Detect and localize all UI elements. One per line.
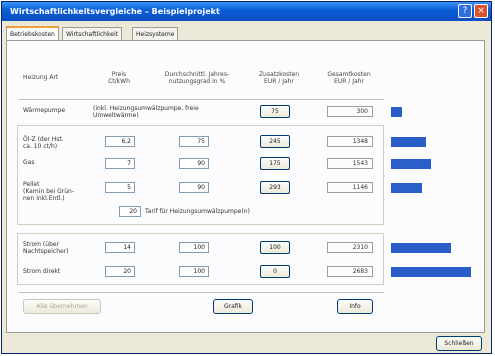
tab-wirtschaftlichkeit[interactable]: Wirtschaftlichkeit bbox=[62, 27, 122, 40]
preis-input-gas[interactable]: 7 bbox=[105, 158, 135, 169]
pumpe-tarif-input[interactable]: 20 bbox=[119, 206, 141, 217]
cost-bar-waermepumpe bbox=[391, 107, 402, 117]
cost-bar-nachtspeicher bbox=[391, 243, 451, 253]
gesamtkosten-field-oel: 1348 bbox=[327, 136, 373, 147]
info-button[interactable]: Info bbox=[337, 299, 373, 314]
gesamtkosten-field-strom-direkt: 2683 bbox=[327, 266, 373, 277]
zusatzkosten-button-waermepumpe[interactable]: 75 bbox=[260, 105, 290, 118]
close-icon[interactable]: × bbox=[474, 4, 488, 18]
pumpe-tarif-label: Tarif für Heizungsumwälzpumpe(n) bbox=[145, 208, 250, 215]
grafik-button[interactable]: Grafik bbox=[213, 299, 253, 314]
nutzung-input-nachtspeicher[interactable]: 100 bbox=[179, 242, 209, 253]
cost-bar-strom-direkt bbox=[391, 267, 471, 277]
tab-betriebskosten[interactable]: Betriebskosten bbox=[6, 26, 59, 41]
tab-heizsysteme[interactable]: Heizsysteme bbox=[132, 27, 179, 40]
header-nutzungsgrad: Durchschnittl. Jahres- nutzungsgrad in % bbox=[164, 71, 230, 85]
zusatzkosten-button-gas[interactable]: 175 bbox=[260, 157, 290, 170]
row-note-waermepumpe: (inkl. Heizungsumwälzpumpe, freie Umwelt… bbox=[93, 105, 199, 119]
row-label-nachtspeicher: Strom (über Nachtspeicher) bbox=[23, 241, 69, 255]
cost-bar-pellet bbox=[391, 183, 422, 193]
cost-bar-gas bbox=[391, 159, 431, 169]
preis-input-pellet[interactable]: 5 bbox=[105, 182, 135, 193]
zusatzkosten-button-nachtspeicher[interactable]: 100 bbox=[260, 241, 290, 254]
app-window: Wirtschaftlichkeitsvergleiche – Beispiel… bbox=[1, 1, 492, 354]
header-heizung-art: Heizung Art bbox=[23, 74, 59, 81]
header-separator bbox=[19, 99, 384, 100]
preis-input-oel[interactable]: 6,2 bbox=[105, 136, 135, 147]
window-title: Wirtschaftlichkeitsvergleiche – Beispiel… bbox=[10, 7, 220, 16]
preis-input-nachtspeicher[interactable]: 14 bbox=[105, 242, 135, 253]
title-bar: Wirtschaftlichkeitsvergleiche – Beispiel… bbox=[2, 2, 491, 21]
header-gesamtkosten: Gesamtkosten EUR / Jahr bbox=[327, 71, 371, 85]
strom-group bbox=[17, 233, 384, 285]
gesamtkosten-field-waermepumpe: 300 bbox=[327, 106, 373, 117]
header-zusatzkosten: Zusatzkosten EUR / Jahr bbox=[258, 71, 300, 85]
nutzung-input-gas[interactable]: 90 bbox=[179, 158, 209, 169]
header-preis: Preis Ct/kWh bbox=[108, 71, 130, 85]
row-label-waermepumpe: Wärmepumpe bbox=[23, 107, 66, 114]
preis-input-strom-direkt[interactable]: 20 bbox=[105, 266, 135, 277]
cost-bar-oel bbox=[391, 137, 426, 147]
zusatzkosten-button-strom-direkt[interactable]: 0 bbox=[260, 265, 290, 278]
row-label-pellet: Pellet (Kamin bei Grün- nen inkl.Entl.) bbox=[23, 181, 75, 202]
nutzung-input-oel[interactable]: 75 bbox=[179, 136, 209, 147]
gesamtkosten-field-gas: 1543 bbox=[327, 158, 373, 169]
nutzung-input-pellet[interactable]: 90 bbox=[179, 182, 209, 193]
row-label-gas: Gas bbox=[23, 159, 35, 166]
gesamtkosten-field-nachtspeicher: 2310 bbox=[327, 242, 373, 253]
row-label-strom-direkt: Strom direkt bbox=[23, 268, 61, 275]
gesamtkosten-field-pellet: 1146 bbox=[327, 182, 373, 193]
betriebskosten-panel: Heizung Art Preis Ct/kWh Durchschnittl. … bbox=[6, 40, 485, 333]
nutzung-input-strom-direkt[interactable]: 100 bbox=[179, 266, 209, 277]
schliessen-button[interactable]: Schließen bbox=[436, 336, 482, 351]
row-label-oel: Öl-Z (der Hst. ca. 10 ct/h) bbox=[23, 136, 64, 150]
zusatzkosten-button-pellet[interactable]: 293 bbox=[260, 181, 290, 194]
footer-separator bbox=[19, 292, 384, 293]
help-icon[interactable]: ? bbox=[458, 4, 472, 18]
alle-uebernehmen-button[interactable]: Alle übernehmen bbox=[23, 299, 101, 314]
zusatzkosten-button-oel[interactable]: 245 bbox=[260, 135, 290, 148]
